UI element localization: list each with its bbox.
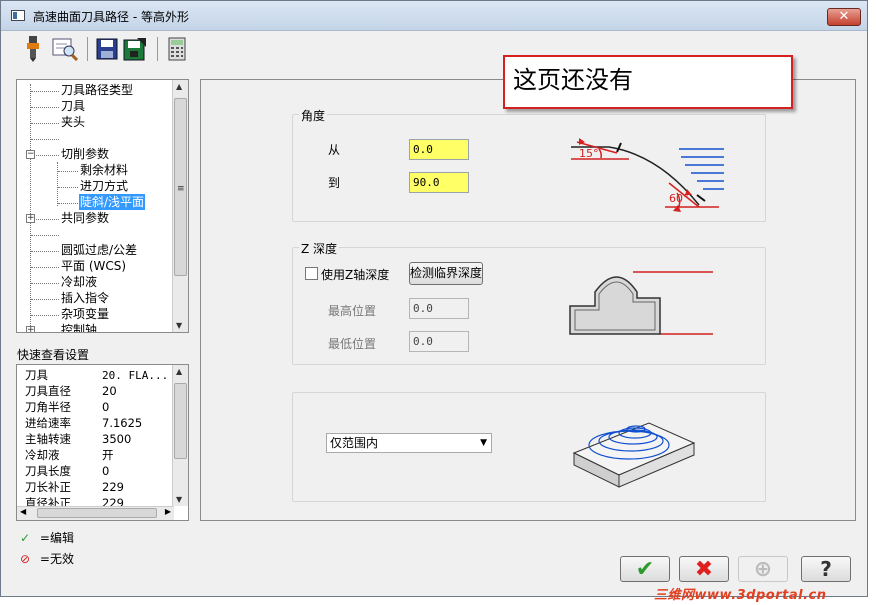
tree-item-steep-shallow[interactable]: 陡斜/浅平面	[79, 194, 146, 210]
expand-icon[interactable]: +	[26, 326, 35, 332]
quick-value: 229	[102, 480, 124, 494]
legend-invalid-label: =无效	[39, 552, 74, 566]
ok-button[interactable]: ✔	[620, 556, 670, 582]
tool-icon[interactable]	[19, 35, 47, 63]
legend-edit: ✓ =编辑	[20, 529, 74, 546]
tree-item-axis-control[interactable]: 控制轴	[61, 322, 97, 332]
watermark: 三维网www.3dportal.cn	[654, 588, 827, 603]
add-button[interactable]: ⊕	[738, 556, 788, 582]
quick-view-title: 快速查看设置	[17, 348, 90, 362]
max-position-input[interactable]: 0.0	[409, 298, 469, 319]
tree-item-coolant[interactable]: 冷却液	[61, 274, 97, 290]
chevron-down-icon: ▼	[480, 438, 487, 448]
quick-value: 7.1625	[102, 416, 143, 430]
max-position-label: 最高位置	[328, 304, 377, 318]
quick-value: 0	[102, 464, 110, 478]
quick-view-list: 刀具 20. FLA... 刀具直径 20 刀角半径 0 进给速率 7.1625 主轴转…	[16, 364, 189, 521]
steep-shallow-page: 角度 从 0.0 到 90.0 15° 60° Z 深度 使用Z轴深度 检测临界…	[200, 79, 856, 521]
detect-depth-button[interactable]: 检测临界深度	[409, 262, 483, 285]
quick-view-hscrollbar[interactable]: ◀ ▶	[17, 506, 174, 520]
help-button[interactable]: ?	[801, 556, 851, 582]
save-icon[interactable]	[93, 35, 121, 63]
quick-view-scrollbar[interactable]: ▲ ▼	[172, 365, 188, 506]
tree-item-toolpath-type[interactable]: 刀具路径类型	[61, 82, 133, 98]
angle-group-title: 角度	[299, 107, 328, 124]
calculator-icon[interactable]	[163, 35, 191, 63]
quick-key: 刀具	[25, 368, 48, 382]
use-z-label: 使用Z轴深度	[321, 268, 390, 282]
tree-item-planes[interactable]: 平面 (WCS)	[61, 258, 126, 274]
quick-key: 主轴转速	[25, 432, 71, 446]
window-title: 高速曲面刀具路径 - 等高外形	[33, 10, 189, 24]
invalid-icon: ⊘	[20, 552, 31, 566]
parameter-tree: 刀具路径类型 刀具 夹头 − 切削参数 剩余材料 进刀方式 陡斜/浅平面 + 共…	[16, 79, 189, 333]
range-select[interactable]: 仅范围内 ▼	[326, 433, 492, 453]
min-position-input[interactable]: 0.0	[409, 331, 469, 352]
z-depth-diagram	[569, 271, 713, 335]
tree-item-linking[interactable]: 共同参数	[61, 210, 109, 226]
angle-diagram: 15° 60°	[571, 138, 724, 212]
angle-group: 角度 从 0.0 到 90.0 15° 60°	[292, 107, 766, 222]
tree-item-arc-filter[interactable]: 圆弧过虑/公差	[61, 242, 137, 258]
tree-scrollbar[interactable]: ▲ ≡ ▼	[172, 80, 188, 332]
z-depth-group: Z 深度 使用Z轴深度 检测临界深度 最高位置 0.0 最低位置 0.0	[292, 240, 766, 365]
angle-diagram-label-b: 60°	[669, 192, 689, 205]
quick-key: 刀角半径	[25, 400, 71, 414]
quick-value: 20. FLA...	[102, 369, 169, 382]
tree-item-rest-material[interactable]: 剩余材料	[80, 162, 128, 178]
checkmark-icon: ✔	[635, 556, 655, 582]
legend-invalid: ⊘ =无效	[20, 550, 74, 567]
cancel-button[interactable]: ✖	[679, 556, 729, 582]
angle-diagram-label-a: 15°	[579, 147, 599, 160]
plus-icon: ⊕	[753, 556, 773, 582]
toolbar	[13, 35, 193, 67]
close-button[interactable]: ✕	[827, 8, 861, 26]
tree-item-entry[interactable]: 进刀方式	[80, 178, 128, 194]
legend-edit-label: =编辑	[39, 531, 74, 545]
tree-item-misc-values[interactable]: 杂项变量	[61, 306, 109, 322]
tree-item-tool[interactable]: 刀具	[61, 98, 85, 114]
to-angle-input[interactable]: 90.0	[409, 172, 469, 193]
quick-value: 3500	[102, 432, 132, 446]
title-bar: 高速曲面刀具路径 - 等高外形 ✕	[1, 1, 867, 31]
tree-item-holder[interactable]: 夹头	[61, 114, 85, 130]
quick-key: 冷却液	[25, 448, 60, 462]
collapse-icon[interactable]: −	[26, 150, 35, 159]
load-icon[interactable]	[121, 35, 149, 63]
quick-value: 开	[102, 448, 114, 462]
range-select-value: 仅范围内	[330, 436, 379, 450]
quick-key: 刀长补正	[25, 480, 71, 494]
inspect-icon[interactable]	[51, 35, 79, 63]
quick-key: 刀具长度	[25, 464, 71, 478]
z-depth-group-title: Z 深度	[299, 240, 340, 257]
from-label: 从	[328, 143, 341, 157]
min-position-label: 最低位置	[328, 337, 377, 351]
tree-item-canned-text[interactable]: 插入指令	[61, 290, 109, 306]
quick-value: 0	[102, 400, 110, 414]
app-icon	[11, 10, 25, 21]
checkmark-icon: ✓	[20, 531, 31, 545]
quick-key: 进给速率	[25, 416, 71, 430]
quick-value: 20	[102, 384, 117, 398]
cross-icon: ✖	[694, 556, 714, 582]
help-icon: ?	[820, 557, 832, 581]
to-label: 到	[328, 176, 341, 190]
expand-icon[interactable]: +	[26, 214, 35, 223]
from-angle-input[interactable]: 0.0	[409, 139, 469, 160]
use-z-checkbox[interactable]	[305, 267, 318, 280]
tree-item-cut-params[interactable]: 切削参数	[61, 146, 109, 162]
annotation-note: 这页还没有	[503, 55, 793, 109]
range-diagram	[572, 422, 696, 488]
range-group: 仅范围内 ▼	[292, 392, 766, 502]
quick-key: 刀具直径	[25, 384, 71, 398]
